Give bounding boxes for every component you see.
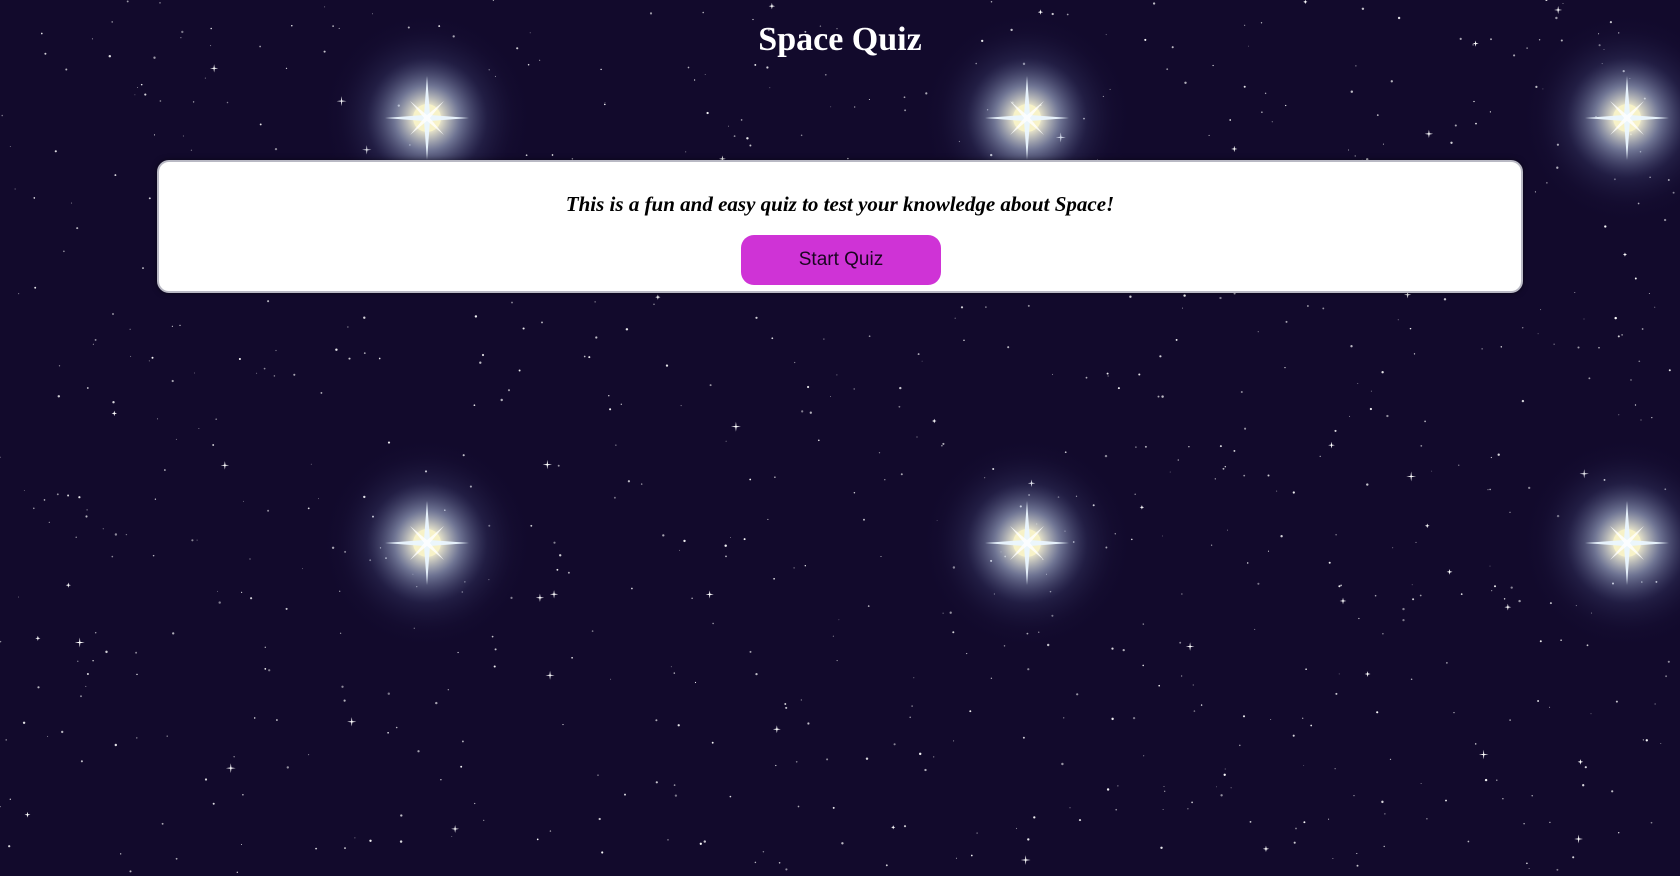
quiz-intro-card: This is a fun and easy quiz to test your… xyxy=(157,160,1523,293)
start-quiz-button[interactable]: Start Quiz xyxy=(741,235,941,285)
quiz-intro-text: This is a fun and easy quiz to test your… xyxy=(565,192,1115,216)
page-title: Space Quiz xyxy=(758,21,922,58)
starfield-background xyxy=(0,0,1680,876)
